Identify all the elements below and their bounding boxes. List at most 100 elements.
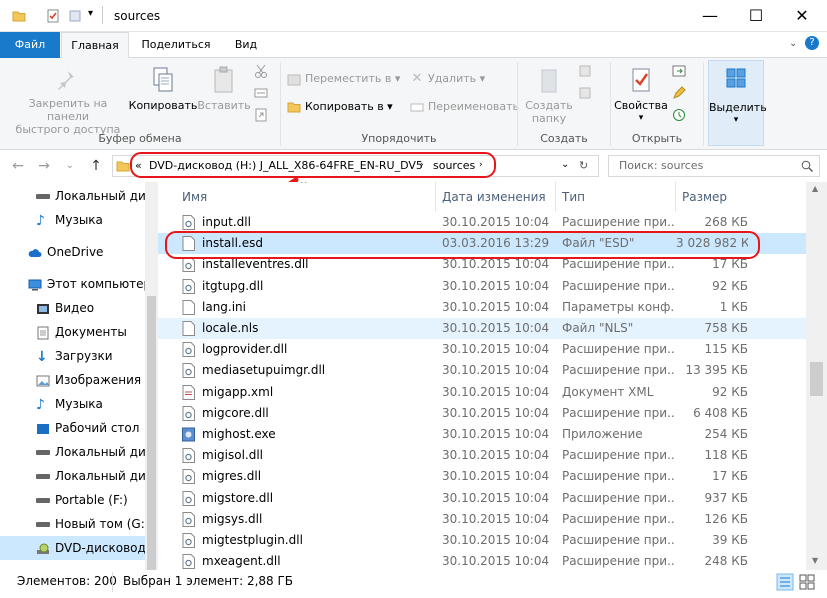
table-row[interactable]: mighost.exe 30.10.2015 10:04 Приложение 254… [158, 424, 806, 445]
copy-path-icon[interactable] [254, 86, 268, 100]
nav-item-documents[interactable]: Документы [0, 320, 145, 344]
nav-item-local-disk-3[interactable]: Локальный дис [0, 464, 145, 488]
create-group-label: Создать [540, 132, 588, 145]
drive-icon [36, 522, 50, 527]
delete-button[interactable]: ✕ Удалить ▾ [410, 70, 486, 88]
table-row[interactable]: migres.dll 30.10.2015 10:04 Расширение при… [158, 466, 806, 487]
table-row[interactable]: migtestplugin.dll 30.10.2015 10:04 Расшире… [158, 530, 806, 551]
nav-item-desktop[interactable]: Рабочий стол [0, 416, 145, 440]
new-folder-button[interactable]: Создать папку [520, 66, 578, 125]
forward-button[interactable]: → [34, 156, 54, 176]
file-name: lang.ini [202, 299, 246, 314]
properties-icon[interactable] [46, 9, 60, 23]
table-row[interactable]: lang.ini 30.10.2015 10:04 Параметры конф..… [158, 297, 806, 318]
up-button[interactable]: ↑ [86, 156, 106, 176]
nav-item-video[interactable]: Видео [0, 296, 145, 320]
dll-file-icon [182, 278, 195, 294]
tab-share[interactable]: Поделиться [131, 32, 221, 58]
file-size: 758 КБ [704, 321, 748, 335]
pin-to-quick-access-button[interactable]: Закрепить на панели быстрого доступа [8, 68, 128, 136]
select-button[interactable]: Выделить ▾ [708, 60, 767, 146]
window-title: sources [114, 9, 161, 23]
search-box[interactable]: Поиск: sources [608, 155, 820, 177]
properties-button[interactable]: Свойства ▾ [612, 66, 670, 125]
exe-file-icon [182, 427, 195, 442]
paste-button[interactable]: Вставить [196, 66, 252, 112]
back-button[interactable]: ← [8, 156, 28, 176]
table-row[interactable]: migsys.dll 30.10.2015 10:04 Расширение при… [158, 509, 806, 530]
tab-file[interactable]: Файл [0, 32, 60, 58]
copy-to-button[interactable]: Копировать в ▾ [287, 98, 393, 116]
cut-icon[interactable] [254, 64, 268, 78]
video-icon [37, 303, 49, 314]
recent-locations-button[interactable]: ⌄ [60, 156, 80, 176]
maximize-button[interactable]: ☐ [733, 0, 779, 32]
open-icon[interactable] [672, 64, 686, 78]
folder-icon [116, 161, 130, 172]
documents-icon [37, 326, 49, 339]
ribbon-collapse-icon[interactable]: ⌄ [789, 38, 797, 49]
nav-item-local-disk[interactable]: Локальный дис [0, 184, 145, 208]
table-row[interactable]: migcore.dll 30.10.2015 10:04 Расширение пр… [158, 403, 806, 424]
move-to-button[interactable]: Переместить в ▾ [287, 70, 400, 88]
column-header-size[interactable]: Размер [676, 182, 756, 212]
file-size: 268 КБ [704, 215, 748, 229]
nav-item-portable[interactable]: Portable (F:) [0, 488, 145, 512]
column-header-name[interactable]: Имя [176, 182, 436, 212]
nav-item-this-pc[interactable]: Этот компьютер [0, 272, 145, 296]
new-folder-icon[interactable] [68, 9, 82, 23]
nav-item-onedrive[interactable]: OneDrive [0, 240, 145, 264]
nav-item-music[interactable]: ♪ Музыка [0, 208, 145, 232]
copy-to-label: Копировать в [305, 100, 384, 113]
file-list-scrollbar-thumb[interactable] [810, 362, 823, 396]
file-type: Расширение при... [562, 511, 674, 526]
table-row[interactable]: input.dll 30.10.2015 10:04 Расширение при.… [158, 212, 806, 233]
title-bar: ▾ sources — ☐ ✕ [0, 0, 827, 32]
nav-item-downloads[interactable]: ↓ Загрузки [0, 344, 145, 368]
large-icons-view-icon[interactable] [798, 573, 816, 591]
table-row[interactable]: migisol.dll 30.10.2015 10:04 Расширение пр… [158, 445, 806, 466]
table-row[interactable]: itgtupg.dll 30.10.2015 10:04 Расширение пр… [158, 276, 806, 297]
tab-home[interactable]: Главная [61, 32, 129, 59]
file-type: Расширение при... [562, 342, 674, 357]
table-row[interactable]: logprovider.dll 30.10.2015 10:04 Расширени… [158, 339, 806, 360]
file-type: Расширение при... [562, 215, 674, 229]
edit-icon[interactable] [672, 86, 686, 100]
new-item-icon[interactable] [578, 64, 592, 78]
file-name: logprovider.dll [202, 342, 288, 357]
table-row[interactable]: migapp.xml 30.10.2015 10:04 Документ XML 92… [158, 382, 806, 403]
minimize-button[interactable]: — [687, 0, 733, 32]
table-row[interactable]: migstore.dll 30.10.2015 10:04 Расширение п… [158, 488, 806, 509]
close-button[interactable]: ✕ [779, 0, 825, 32]
nav-scrollbar-thumb[interactable] [147, 296, 156, 570]
folder-icon[interactable] [12, 9, 26, 23]
scroll-down-icon[interactable]: ▼ [812, 556, 818, 565]
table-row[interactable]: locale.nls 30.10.2015 10:04 Файл "NLS" 758 … [158, 318, 806, 339]
history-icon[interactable] [672, 108, 686, 122]
copy-to-icon [287, 102, 301, 113]
details-view-icon[interactable] [776, 573, 794, 591]
scroll-up-icon[interactable]: ▲ [812, 184, 818, 193]
tab-view[interactable]: Вид [222, 32, 270, 58]
file-list-scrollbar[interactable]: ▲ ▼ [806, 182, 827, 570]
open-group-label: Открыть [631, 132, 683, 145]
nav-item-pictures[interactable]: Изображения [0, 368, 145, 392]
column-header-date[interactable]: Дата изменения [436, 182, 556, 212]
table-row[interactable]: mediasetupuimgr.dll 30.10.2015 10:04 Расши… [158, 360, 806, 381]
address-dropdown-icon[interactable]: ⌄ [561, 159, 569, 170]
selection-info: Выбран 1 элемент: 2,88 ГБ [123, 574, 294, 588]
refresh-icon[interactable]: ↻ [579, 159, 588, 172]
table-row[interactable]: mxeagent.dll 30.10.2015 10:04 Расширение п… [158, 551, 806, 570]
quick-access-dropdown[interactable]: ▾ [88, 8, 93, 19]
rename-button[interactable]: Переименовать [410, 98, 519, 116]
nav-item-new-volume[interactable]: Новый том (G:) [0, 512, 145, 536]
column-header-type[interactable]: Тип [556, 182, 676, 212]
easy-access-icon[interactable] [578, 86, 592, 100]
nav-item-local-disk-2[interactable]: Локальный дис [0, 440, 145, 464]
nav-item-dvd-drive[interactable]: DVD-дисковод ( [0, 536, 145, 560]
file-size: 6 408 КБ [693, 405, 748, 420]
paste-shortcut-icon[interactable] [254, 108, 268, 122]
help-icon[interactable]: ? [805, 36, 819, 50]
copy-button[interactable]: Копировать [128, 66, 198, 112]
nav-item-music-2[interactable]: ♪ Музыка [0, 392, 145, 416]
